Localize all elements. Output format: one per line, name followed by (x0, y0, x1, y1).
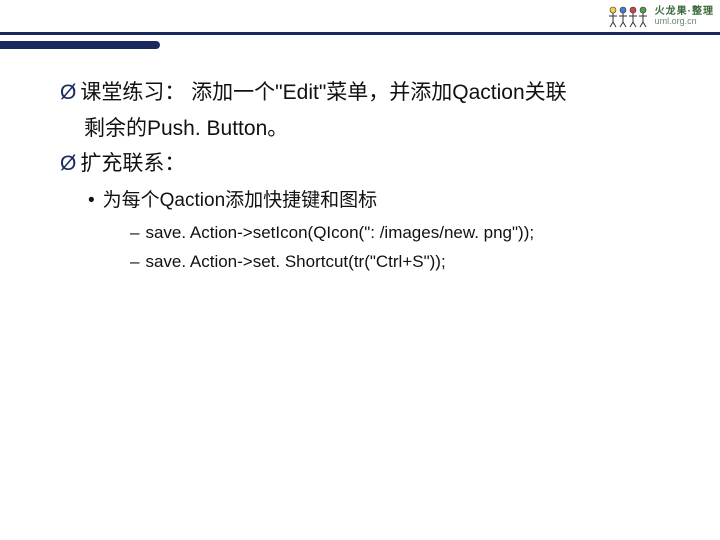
bullet-text: 扩充联系： (80, 148, 185, 180)
code-text: save. Action->setIcon(QIcon(": /images/n… (145, 220, 534, 246)
sub-bullet-text: 为每个Qaction添加快捷键和图标 (103, 186, 377, 216)
dash-icon: – (130, 249, 139, 275)
logo-title: 火龙果·整理 (655, 7, 714, 17)
logo-group: 火龙果·整理 uml.org.cn (607, 4, 714, 28)
slide-content: Ø 课堂练习： 添加一个"Edit"菜单，并添加Qaction关联 剩余的Pus… (0, 49, 720, 275)
bullet-text: 课堂练习： 添加一个"Edit"菜单，并添加Qaction关联 (80, 77, 566, 109)
bullet-dot-icon: • (88, 186, 95, 216)
sub-bullet-item: • 为每个Qaction添加快捷键和图标 (60, 186, 680, 216)
accent-bar (0, 41, 160, 49)
chevron-right-icon: Ø (60, 77, 76, 109)
bullet-item: Ø 扩充联系： (60, 148, 680, 180)
chevron-right-icon: Ø (60, 148, 76, 180)
logo-url: uml.org.cn (655, 17, 714, 26)
code-line: – save. Action->setIcon(QIcon(": /images… (60, 220, 680, 246)
people-icon (607, 4, 651, 28)
bullet-item: Ø 课堂练习： 添加一个"Edit"菜单，并添加Qaction关联 (60, 77, 680, 109)
header-divider (0, 32, 720, 35)
dash-icon: – (130, 220, 139, 246)
slide-header: 火龙果·整理 uml.org.cn (0, 0, 720, 32)
logo-text: 火龙果·整理 uml.org.cn (655, 7, 714, 26)
code-line: – save. Action->set. Shortcut(tr("Ctrl+S… (60, 249, 680, 275)
bullet-continuation: 剩余的Push. Button。 (60, 113, 680, 145)
code-text: save. Action->set. Shortcut(tr("Ctrl+S")… (145, 249, 445, 275)
